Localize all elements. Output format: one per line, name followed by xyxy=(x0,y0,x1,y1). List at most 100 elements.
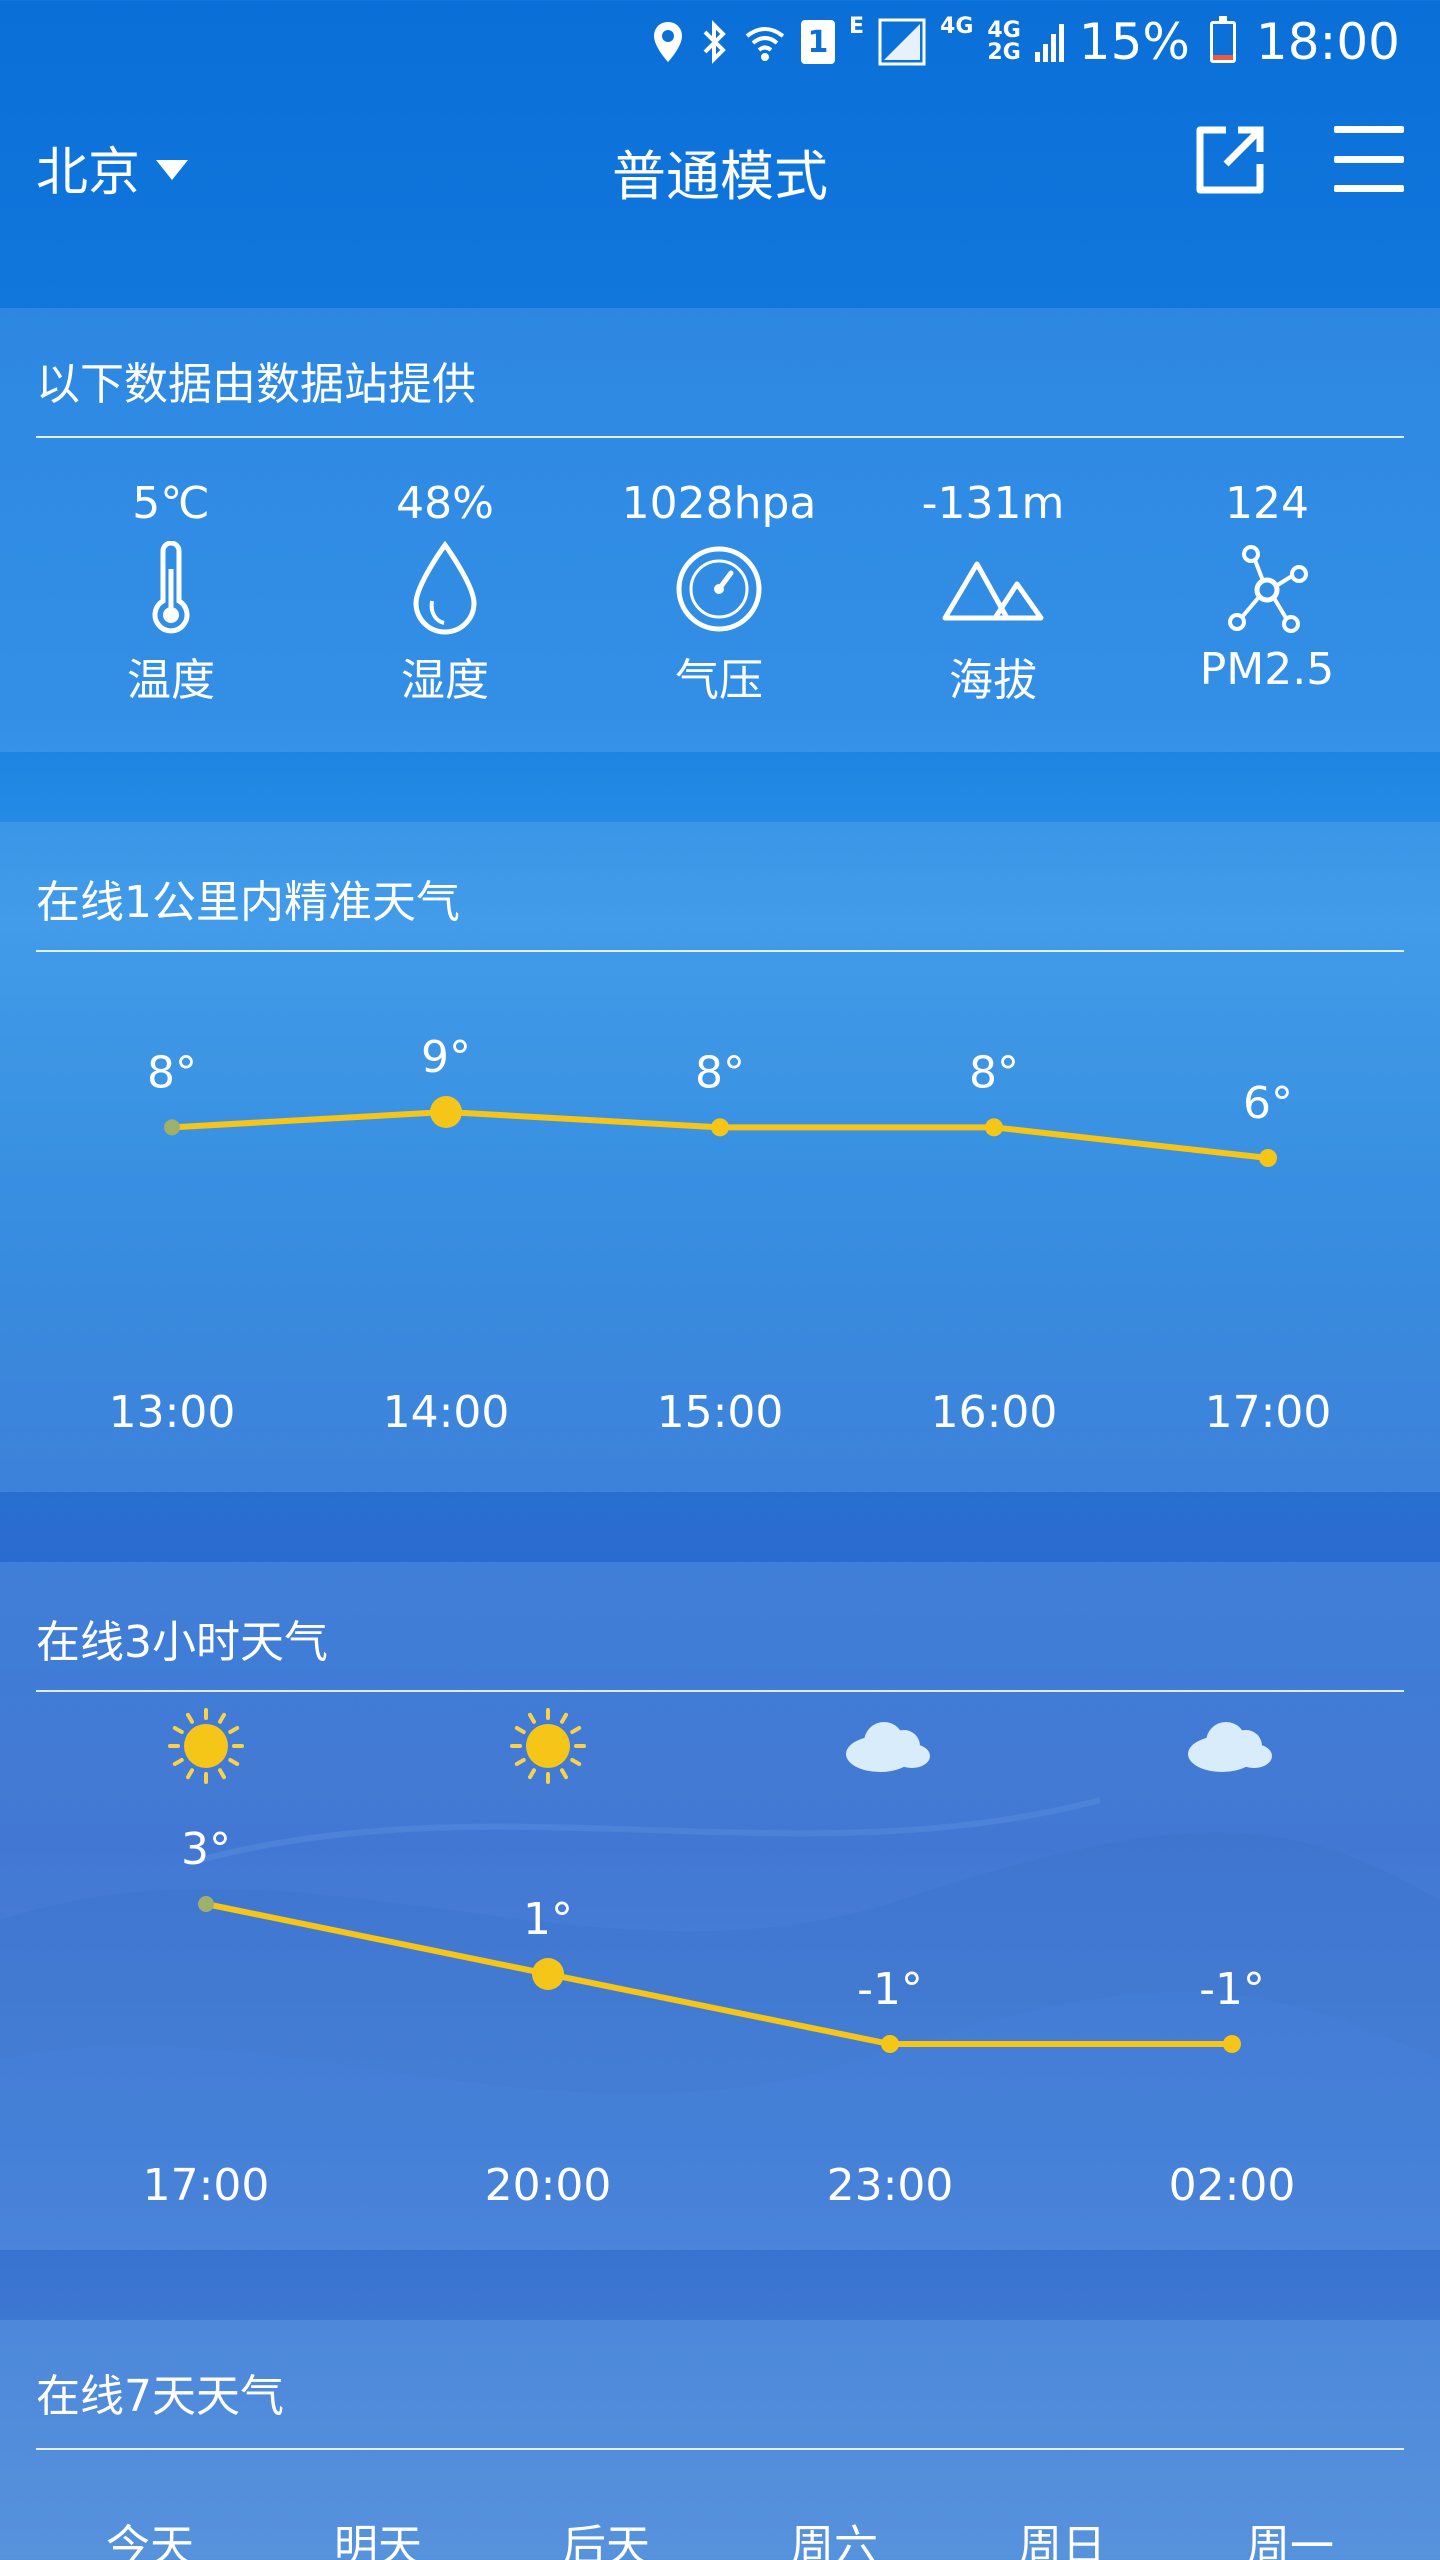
day-tab[interactable]: 周一 xyxy=(1190,2510,1390,2560)
bluetooth-icon xyxy=(699,20,729,64)
signal-icon-2: 4G 2G xyxy=(987,20,1020,64)
station-temperature: 5℃ 温度 xyxy=(34,478,308,708)
station-label: 海拔 xyxy=(949,655,1037,706)
station-value: 5℃ xyxy=(132,478,210,529)
battery-icon xyxy=(1209,16,1236,63)
time-label: 14:00 xyxy=(383,1387,510,1438)
temperature-label: 8° xyxy=(147,1047,197,1098)
temperature-label: 8° xyxy=(969,1047,1019,1098)
time-label: 23:00 xyxy=(827,2160,954,2211)
temperature-point xyxy=(881,2035,899,2053)
day-tab[interactable]: 周日 xyxy=(962,2510,1162,2560)
location-icon xyxy=(651,20,685,64)
share-icon xyxy=(1196,126,1264,194)
temperature-label: 1° xyxy=(523,1894,573,1945)
sun-ray xyxy=(218,1768,226,1780)
hourly-1km-card: 在线1公里内精准天气 8° 13:00 9° 14:00 8° 15:00 8° 16:00 6… xyxy=(0,822,1440,1492)
menu-line xyxy=(1334,155,1404,163)
station-label: 温度 xyxy=(127,655,215,706)
station-pm25: 124 PM2.5 xyxy=(1130,478,1404,695)
temperature-label: -1° xyxy=(857,1964,923,2015)
weather-cloud-icon xyxy=(1188,1722,1272,1772)
temperature-point xyxy=(1223,2035,1241,2053)
temperature-point xyxy=(985,1118,1003,1137)
temperature-point xyxy=(430,1096,462,1128)
weather-sun-icon xyxy=(510,1708,586,1784)
gauge-icon xyxy=(582,534,856,644)
temperature-point xyxy=(711,1118,729,1137)
time-label: 15:00 xyxy=(657,1387,784,1438)
temperature-point xyxy=(532,1958,564,1990)
station-label: PM2.5 xyxy=(1199,644,1335,695)
station-value: 48% xyxy=(396,478,494,529)
time-label: 17:00 xyxy=(1205,1387,1332,1438)
sun-core xyxy=(184,1724,228,1768)
battery-percent: 15% xyxy=(1078,13,1190,71)
status-bar: 1 E 4G 4G 2G 15% 18:00 xyxy=(0,0,1440,84)
thermometer-icon xyxy=(34,534,308,644)
forecast-3h-card: 在线3小时天气 3° 17:00 1° 20:00 -1° 23:00 -1° 02:00 xyxy=(0,1562,1440,2250)
temperature-point xyxy=(198,1896,214,1912)
network-label-top: 4G xyxy=(987,18,1021,43)
sim-slot-number: 1 xyxy=(807,24,829,60)
cloud-part xyxy=(1236,1744,1272,1768)
sun-ray xyxy=(228,1726,240,1734)
station-pressure: 1028hpa 气压 xyxy=(582,478,856,708)
day-tab[interactable]: 明天 xyxy=(278,2510,478,2560)
station-card-title: 以下数据由数据站提供 xyxy=(36,359,476,410)
forecast-3h-chart: 3° 17:00 1° 20:00 -1° 23:00 -1° 02:00 xyxy=(143,1708,1296,2211)
cloud-part xyxy=(894,1744,930,1768)
temperature-point xyxy=(164,1119,180,1136)
menu-button[interactable] xyxy=(1334,126,1404,192)
share-button[interactable] xyxy=(1190,120,1270,200)
time-label: 02:00 xyxy=(1169,2160,1296,2211)
wifi-icon xyxy=(743,20,787,64)
battery-fill xyxy=(1212,54,1233,60)
mountain-icon xyxy=(856,534,1130,644)
network-type-4g: 4G xyxy=(940,14,974,39)
station-humidity: 48% 湿度 xyxy=(308,478,582,708)
day-tab[interactable]: 后天 xyxy=(506,2510,706,2560)
station-label: 气压 xyxy=(675,655,763,706)
clock: 18:00 xyxy=(1255,13,1400,71)
sun-ray xyxy=(186,1712,194,1724)
sun-ray xyxy=(228,1758,240,1766)
app-bar: 北京 普通模式 xyxy=(0,100,1440,230)
sun-ray xyxy=(514,1726,526,1734)
temperature-line xyxy=(205,1901,1232,2047)
sim-card-icon: 1 xyxy=(800,20,835,64)
week-forecast-card: 在线7天天气 今天 明天 后天 周六 周日 周一 xyxy=(0,2320,1440,2560)
temperature-label: 3° xyxy=(181,1824,231,1875)
day-tab[interactable]: 今天 xyxy=(50,2510,250,2560)
menu-line xyxy=(1334,126,1404,133)
time-label: 17:00 xyxy=(143,2160,270,2211)
station-value: -131m xyxy=(921,478,1065,529)
station-label: 湿度 xyxy=(401,655,489,706)
time-label: 13:00 xyxy=(109,1387,236,1438)
sun-ray xyxy=(514,1758,526,1766)
signal-icon-1 xyxy=(878,18,926,66)
sun-ray xyxy=(560,1768,568,1780)
station-value: 1028hpa xyxy=(621,478,817,529)
sun-ray xyxy=(218,1712,226,1724)
sun-ray xyxy=(528,1712,536,1724)
station-value: 124 xyxy=(1225,478,1309,529)
menu-line xyxy=(1334,185,1404,192)
station-data-card: 以下数据由数据站提供 5℃ 温度 48% 湿度 1028hpa 气压 -131m… xyxy=(0,308,1440,752)
sun-ray xyxy=(172,1726,184,1734)
molecule-icon xyxy=(1130,534,1404,644)
divider xyxy=(36,2448,1404,2450)
day-tab[interactable]: 周六 xyxy=(734,2510,934,2560)
time-label: 20:00 xyxy=(485,2160,612,2211)
station-altitude: -131m 海拔 xyxy=(856,478,1130,708)
sun-ray xyxy=(570,1726,582,1734)
divider xyxy=(36,436,1404,438)
droplet-icon xyxy=(308,534,582,644)
network-label-bottom: 2G xyxy=(987,40,1021,65)
sun-ray xyxy=(570,1758,582,1766)
temperature-label: -1° xyxy=(1199,1964,1265,2015)
week-title: 在线7天天气 xyxy=(36,2371,284,2422)
sun-core xyxy=(526,1724,570,1768)
network-type-e: E xyxy=(848,14,865,39)
temperature-point xyxy=(1259,1149,1277,1167)
